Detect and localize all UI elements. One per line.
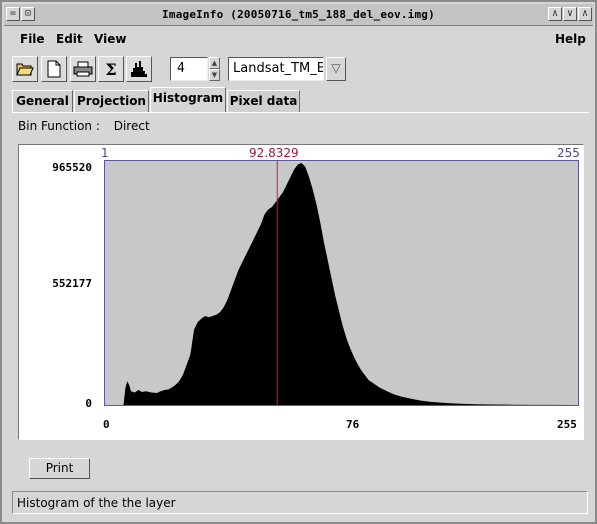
x-tick-min: 0	[103, 418, 110, 431]
menu-help[interactable]: Help	[555, 32, 586, 46]
x-tick-mid: 76	[346, 418, 360, 431]
tab-projection[interactable]: Projection	[74, 90, 149, 112]
layer-number-stepper[interactable]: ▲ ▼	[209, 57, 220, 81]
histogram-mean-label: 92.8329	[249, 146, 299, 160]
bin-function-label: Bin Function :	[18, 119, 100, 133]
y-tick-zero: 0	[85, 397, 92, 410]
new-document-icon	[47, 60, 61, 78]
x-tick-max: 255	[557, 418, 577, 431]
statistics-button[interactable]: Σ	[98, 56, 124, 82]
chevron-down-icon: ▽	[331, 61, 341, 75]
layer-name-combo[interactable]: Landsat_TM_E	[228, 57, 324, 81]
tab-pixel-data[interactable]: Pixel data	[227, 90, 300, 112]
histogram-max-label: 255	[557, 146, 580, 160]
menu-view[interactable]: View	[94, 32, 126, 46]
print-toolbar-button[interactable]	[70, 56, 96, 82]
open-button[interactable]	[12, 56, 38, 82]
layer-dropdown-button[interactable]: ▽	[326, 57, 346, 81]
imageinfo-window: = ⊡ ImageInfo (20050716_tm5_188_del_eov.…	[0, 0, 597, 524]
open-folder-icon	[16, 63, 34, 76]
menu-file[interactable]: File	[20, 32, 45, 46]
menu-edit[interactable]: Edit	[56, 32, 83, 46]
histogram-plot[interactable]	[104, 160, 579, 406]
printer-icon	[73, 61, 93, 77]
histogram-icon	[131, 61, 147, 77]
y-tick-max: 965520	[52, 161, 92, 174]
histogram-svg	[105, 161, 578, 405]
stepper-down-icon[interactable]: ▼	[209, 69, 220, 81]
print-button[interactable]: Print	[29, 458, 90, 479]
layer-number-input[interactable]: 4	[170, 57, 208, 81]
close-button[interactable]: ∧	[578, 7, 592, 21]
bin-function-row: Bin Function : Direct	[18, 119, 160, 133]
new-button[interactable]	[41, 56, 67, 82]
histogram-bars	[105, 163, 578, 405]
title-bar[interactable]: = ⊡ ImageInfo (20050716_tm5_188_del_eov.…	[4, 4, 593, 26]
status-bar: Histogram of the the layer	[12, 491, 588, 514]
tab-histogram[interactable]: Histogram	[150, 87, 226, 113]
sigma-icon: Σ	[105, 59, 117, 79]
stepper-up-icon[interactable]: ▲	[209, 57, 220, 69]
tab-general[interactable]: General	[12, 90, 73, 112]
histogram-min-label: 1	[101, 146, 109, 160]
maximize-button[interactable]: ∨	[563, 7, 577, 21]
window-title: ImageInfo (20050716_tm5_188_del_eov.img)	[162, 8, 435, 21]
y-tick-mid: 552177	[52, 277, 92, 290]
bin-function-value: Direct	[113, 119, 150, 133]
menu-bar: File Edit View Help	[4, 28, 593, 50]
histogram-button[interactable]	[126, 56, 152, 82]
minimize-button[interactable]: ∧	[548, 7, 562, 21]
